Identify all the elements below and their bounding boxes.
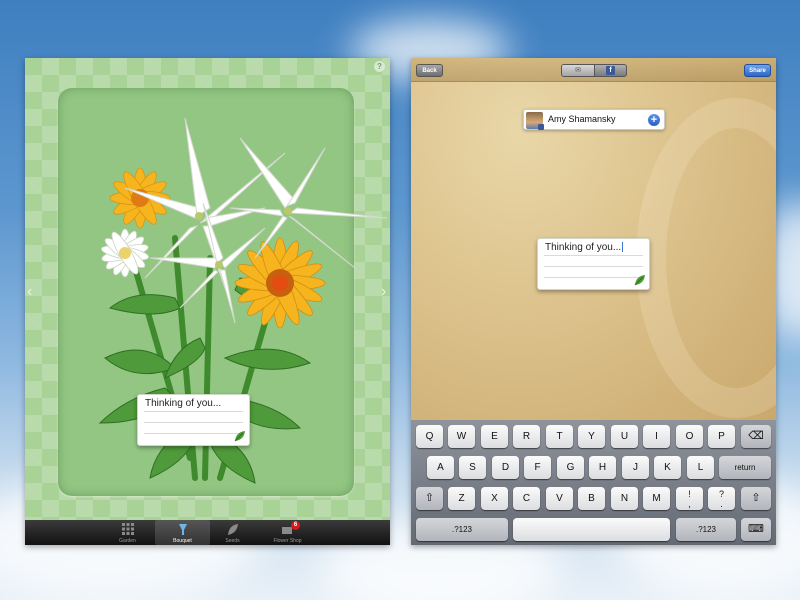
text-cursor	[622, 242, 624, 253]
key-k[interactable]: K	[654, 456, 681, 479]
share-screen: Back ✉ f Share Amy Shamansky + Thinking …	[411, 58, 776, 545]
shop-badge: 6	[291, 521, 300, 530]
avatar	[526, 112, 544, 130]
key-t[interactable]: T	[546, 425, 573, 448]
note-line	[544, 266, 643, 267]
key-m[interactable]: M	[643, 487, 670, 510]
key-d[interactable]: D	[492, 456, 519, 479]
facebook-glyph: f	[606, 66, 615, 75]
key-r[interactable]: R	[513, 425, 540, 448]
note-text-value: Thinking of you...	[545, 242, 622, 253]
leaf-icon	[634, 275, 645, 286]
key-n[interactable]: N	[611, 487, 638, 510]
facebook-icon[interactable]: f	[594, 65, 626, 76]
tab-label: Bouquet	[173, 538, 192, 544]
key-w[interactable]: W	[448, 425, 475, 448]
note-text: Thinking of you...	[538, 239, 649, 253]
key-u[interactable]: U	[611, 425, 638, 448]
key-y[interactable]: Y	[578, 425, 605, 448]
back-button[interactable]: Back	[416, 64, 443, 77]
share-type-segmented-control: ✉ f	[561, 64, 627, 77]
paper-swirl	[636, 98, 776, 418]
bouquet-illustration[interactable]	[25, 58, 390, 520]
tab-bouquet[interactable]: Bouquet	[155, 520, 210, 545]
note-line	[144, 422, 243, 423]
key-l[interactable]: L	[687, 456, 714, 479]
hide-keyboard-icon[interactable]: ⌨	[741, 518, 771, 541]
key-c[interactable]: C	[513, 487, 540, 510]
shift-key-right-icon[interactable]: ⇧	[741, 487, 771, 510]
key-j[interactable]: J	[622, 456, 649, 479]
tab-label: Flower Shop	[273, 538, 302, 544]
key-q[interactable]: Q	[416, 425, 443, 448]
note-line	[144, 411, 243, 412]
key-z[interactable]: Z	[448, 487, 475, 510]
note-text: Thinking of you...	[145, 398, 222, 409]
delete-key-icon[interactable]: ⌫	[741, 425, 771, 448]
tab-label: Seeds	[225, 538, 240, 544]
return-key[interactable]: return	[719, 456, 771, 479]
numbers-key-right[interactable]: .?123	[676, 518, 736, 541]
key-exclaim-comma[interactable]: ! ,	[676, 487, 703, 510]
tab-label: Garden	[119, 538, 136, 544]
key-x[interactable]: X	[481, 487, 508, 510]
bouquet-screen: ? ‹ › Thinking of you... Garden Bouquet …	[25, 58, 390, 545]
key-s[interactable]: S	[459, 456, 486, 479]
key-p[interactable]: P	[708, 425, 735, 448]
tab-bar: Garden Bouquet Seeds 6 Flower Shop	[25, 520, 390, 545]
leaf-icon	[234, 431, 245, 442]
recipient-name: Amy Shamansky	[548, 114, 616, 124]
key-b[interactable]: B	[578, 487, 605, 510]
key-v[interactable]: V	[546, 487, 573, 510]
key-g[interactable]: G	[557, 456, 584, 479]
tab-seeds[interactable]: Seeds	[205, 520, 260, 545]
key-i[interactable]: I	[643, 425, 670, 448]
bouquet-icon	[178, 524, 187, 535]
tab-garden[interactable]: Garden	[100, 520, 155, 545]
facebook-badge-icon	[538, 124, 544, 130]
numbers-key-left[interactable]: .?123	[416, 518, 508, 541]
tab-flower-shop[interactable]: 6 Flower Shop	[260, 520, 315, 545]
navigation-bar: Back ✉ f Share	[411, 58, 776, 82]
key-h[interactable]: H	[589, 456, 616, 479]
note-line	[544, 255, 643, 256]
key-o[interactable]: O	[676, 425, 703, 448]
mail-icon[interactable]: ✉	[562, 65, 594, 76]
key-question-period[interactable]: ? .	[708, 487, 735, 510]
key-e[interactable]: E	[481, 425, 508, 448]
message-note[interactable]: Thinking of you...	[137, 394, 250, 446]
on-screen-keyboard: Q W E R T Y U I O P ⌫ A S D F G H J K L …	[411, 420, 776, 545]
recipient-field[interactable]: Amy Shamansky +	[523, 109, 665, 130]
note-line	[144, 433, 243, 434]
key-a[interactable]: A	[427, 456, 454, 479]
space-key[interactable]	[513, 518, 670, 541]
note-line	[544, 277, 643, 278]
share-button[interactable]: Share	[744, 64, 771, 77]
message-note[interactable]: Thinking of you...	[537, 238, 650, 290]
seeds-icon	[227, 524, 238, 535]
key-f[interactable]: F	[524, 456, 551, 479]
shift-key-icon[interactable]: ⇧	[416, 487, 443, 510]
grid-icon	[121, 523, 134, 535]
add-recipient-icon[interactable]: +	[648, 114, 660, 126]
